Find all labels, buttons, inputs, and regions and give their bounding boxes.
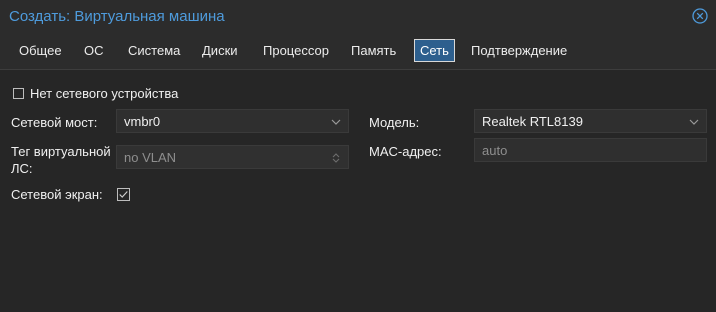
tab-os[interactable]: ОС [84,40,104,61]
vlan-tag-label-line1: Тег виртуальной [11,144,111,159]
mac-label: MAC-адрес: [369,144,442,159]
tab-disks[interactable]: Диски [202,40,238,61]
bridge-label: Сетевой мост: [11,115,98,130]
model-value: Realtek RTL8139 [482,114,583,129]
no-network-checkbox[interactable] [13,88,24,99]
firewall-label: Сетевой экран: [11,187,103,202]
check-icon [119,191,128,198]
model-select[interactable]: Realtek RTL8139 [474,109,707,133]
vlan-tag-label-line2: ЛС: [11,161,33,176]
tab-memory[interactable]: Память [351,40,396,61]
tab-confirm[interactable]: Подтверждение [471,40,567,61]
no-network-label: Нет сетевого устройства [30,86,179,101]
chevron-down-icon[interactable] [688,116,700,128]
bridge-value: vmbr0 [124,114,161,129]
vlan-tag-input[interactable]: no VLAN [116,145,349,169]
model-label: Модель: [369,115,420,130]
tab-system[interactable]: Система [128,40,180,61]
network-form-panel: Нет сетевого устройства Сетевой мост: vm… [0,70,716,312]
wizard-tabbar: Общее ОС Система Диски Процессор Память … [0,34,716,70]
dialog-titlebar: Создать: Виртуальная машина [0,0,716,34]
mac-input[interactable]: auto [474,138,707,162]
chevron-down-icon[interactable] [330,116,342,128]
tab-general[interactable]: Общее [19,40,62,61]
close-icon[interactable] [692,8,708,24]
mac-placeholder: auto [482,143,508,158]
vlan-tag-placeholder: no VLAN [124,150,177,165]
tab-cpu[interactable]: Процессор [263,40,329,61]
spinner-arrows-icon[interactable] [330,152,342,164]
firewall-checkbox[interactable] [117,188,130,201]
tab-network[interactable]: Сеть [414,39,455,62]
create-vm-dialog: Создать: Виртуальная машина Общее ОС Сис… [0,0,716,312]
dialog-title: Создать: Виртуальная машина [9,8,225,25]
bridge-select[interactable]: vmbr0 [116,109,349,133]
